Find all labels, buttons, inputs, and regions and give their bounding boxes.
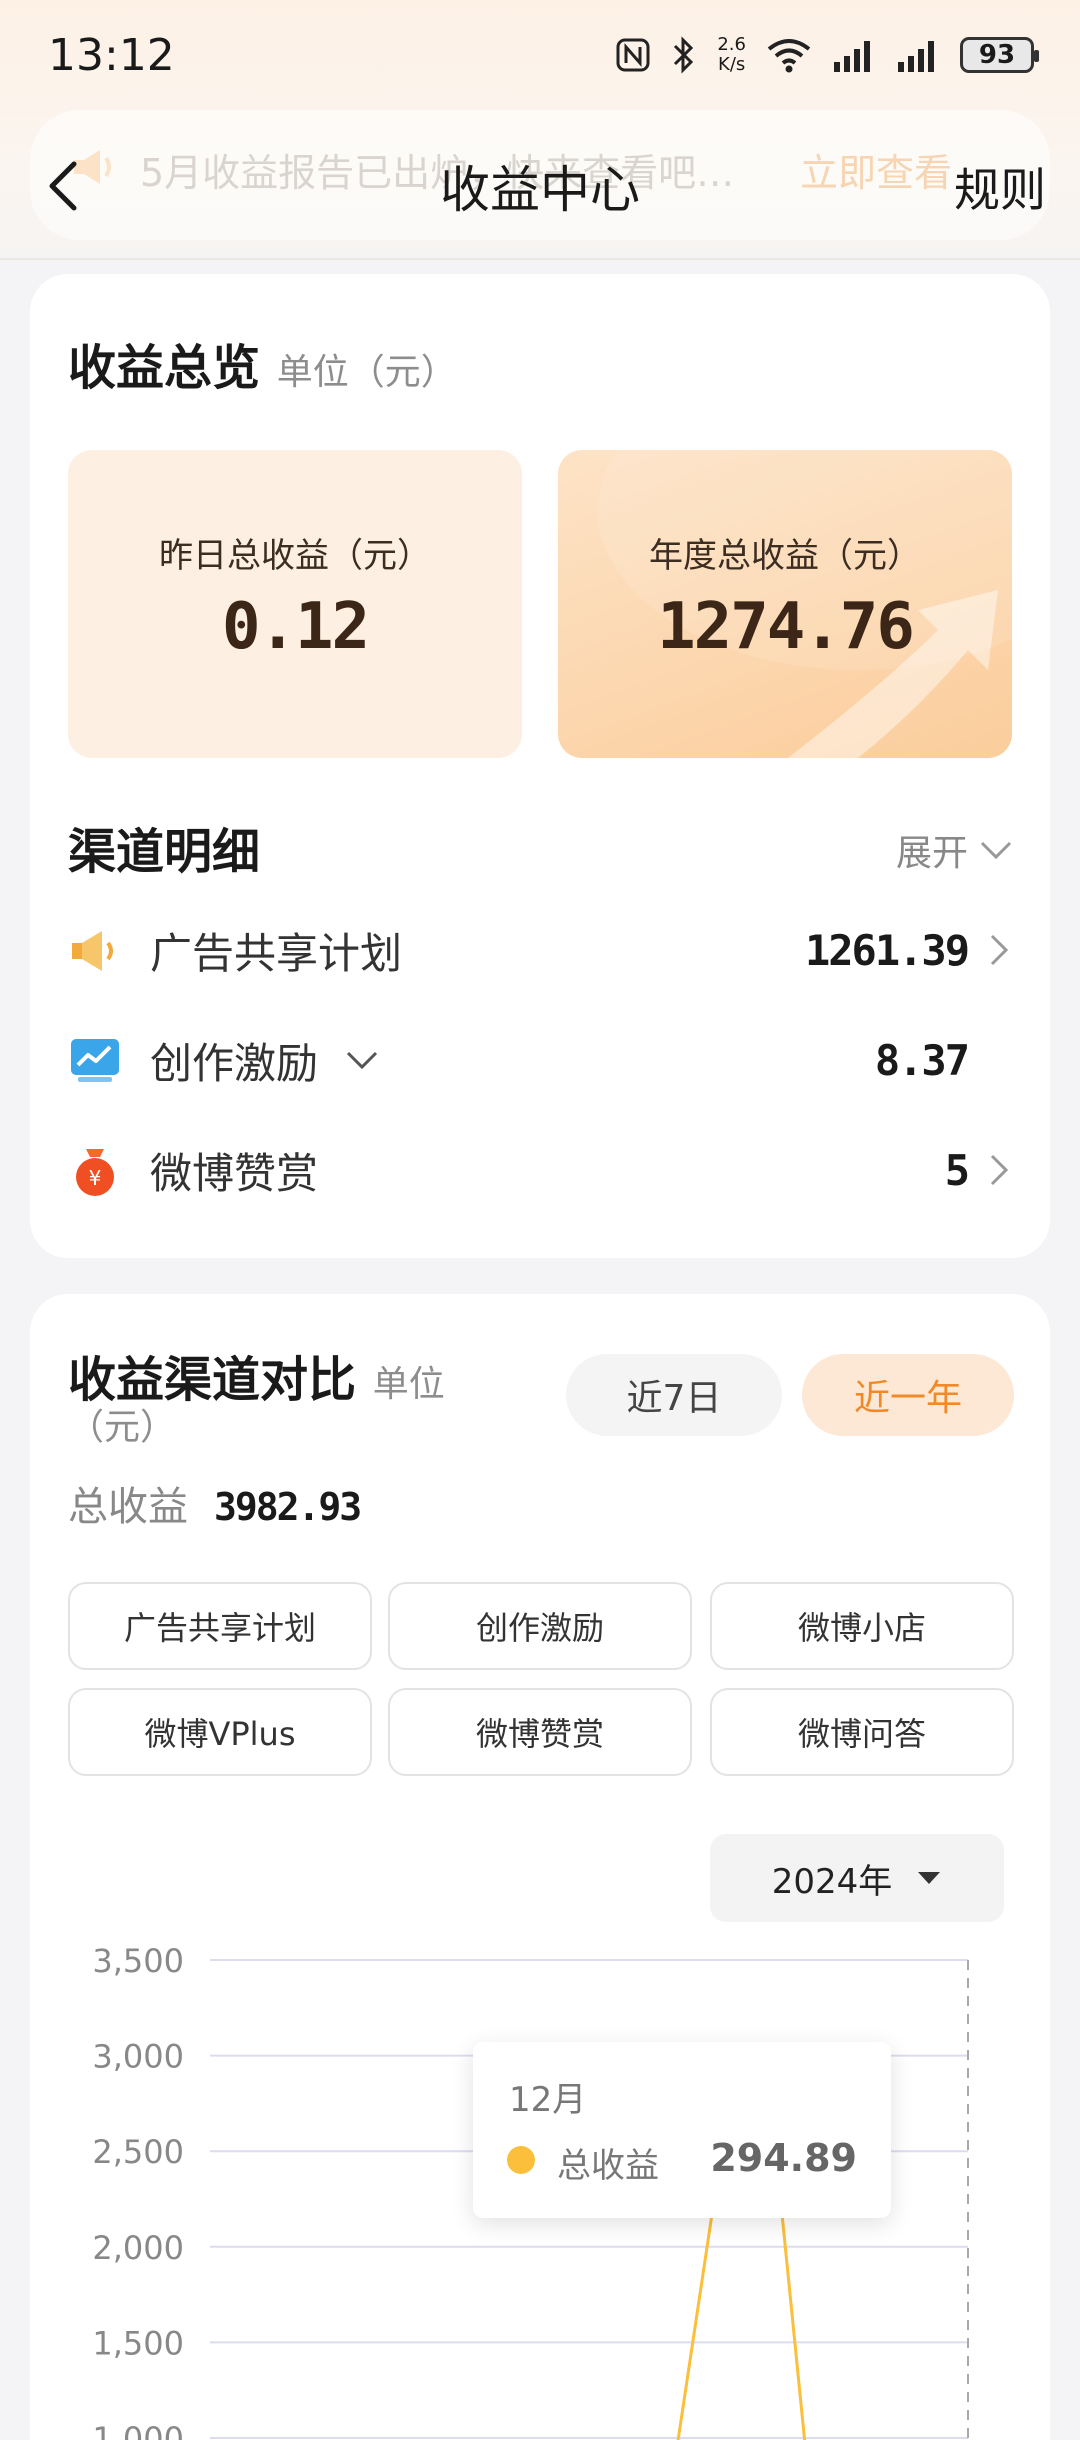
- y-tick-label: 1,500: [92, 2324, 184, 2362]
- annual-earnings-label: 年度总收益（元）: [649, 536, 921, 576]
- channel-detail-title: 渠道明细: [68, 824, 261, 880]
- chart-tooltip: 12月 总收益 294.89: [473, 2042, 891, 2218]
- channel-comparison-card: 收益渠道对比 单位 （元） 近7日 近一年 总收益 3982.93 广告共享计划…: [30, 1294, 1050, 2440]
- nfc-icon: [616, 38, 650, 72]
- trend-chart-icon: [71, 1039, 119, 1082]
- tooltip-series-name: 总收益: [557, 2146, 659, 2186]
- expand-label: 展开: [895, 833, 968, 874]
- channel-name: 广告共享计划: [150, 928, 403, 978]
- series-line-segment: [780, 2213, 807, 2440]
- tooltip-month: 12月: [509, 2080, 587, 2120]
- rules-button[interactable]: 规则: [954, 154, 1046, 220]
- channel-value: 1261.39: [804, 925, 970, 975]
- page-title: 收益中心: [440, 161, 640, 219]
- channel-row-ad-sharing[interactable]: 广告共享计划 1261.39: [68, 910, 1014, 990]
- yesterday-earnings-box: 昨日总收益（元） 0.12: [68, 450, 522, 758]
- chevron-right-icon: [990, 934, 1009, 966]
- network-speed: 2.6 K/s: [717, 35, 746, 75]
- battery-indicator: 93: [960, 37, 1039, 73]
- signal-icon: [834, 41, 870, 72]
- yesterday-earnings-value: 0.12: [221, 590, 370, 664]
- status-icons: 2.6 K/s 93: [615, 35, 1039, 75]
- chevron-down-icon[interactable]: [344, 1048, 380, 1072]
- page-header: 5月收益报告已出炉，快来查看吧… 立即查看 收益中心 规则: [0, 110, 1080, 260]
- channel-name: 微博赞赏: [150, 1148, 319, 1198]
- channel-value: 5: [944, 1145, 970, 1195]
- tooltip-series-dot: [507, 2146, 535, 2174]
- y-tick-label: 2,500: [92, 2133, 184, 2171]
- series-line-segment: [676, 2213, 714, 2440]
- chevron-right-icon: [990, 1154, 1009, 1186]
- channel-row-weibo-reward[interactable]: ¥ 微博赞赏 5: [68, 1130, 1014, 1210]
- net-speed-value: 2.6: [717, 34, 746, 55]
- signal-icon-2: [898, 41, 934, 72]
- status-time: 13:12: [48, 29, 175, 81]
- tooltip-value: 294.89: [710, 2136, 857, 2180]
- channel-name: 创作激励: [150, 1038, 319, 1088]
- megaphone-icon: [72, 931, 113, 971]
- wifi-icon: [767, 39, 811, 73]
- battery-level: 93: [978, 40, 1016, 70]
- net-speed-unit: K/s: [718, 54, 746, 75]
- channel-value: 8.37: [874, 1035, 970, 1085]
- status-bar: 13:12 2.6 K/s 93: [0, 0, 1080, 110]
- expand-toggle[interactable]: 展开: [896, 824, 1014, 876]
- overview-title: 收益总览 单位（元）: [68, 328, 457, 398]
- y-tick-label: 1,000: [92, 2420, 184, 2440]
- header-divider: [0, 258, 1080, 260]
- money-bag-icon: ¥: [76, 1149, 114, 1196]
- overview-card: 收益总览 单位（元） 昨日总收益（元） 0.12 年度总收益（元） 1274.7…: [30, 274, 1050, 1258]
- y-tick-label: 3,000: [92, 2038, 184, 2076]
- y-tick-label: 3,500: [92, 1942, 184, 1980]
- overview-unit: 单位（元）: [276, 352, 457, 393]
- y-tick-label: 2,000: [92, 2229, 184, 2267]
- bluetooth-icon: [674, 36, 694, 74]
- annual-earnings-box: 年度总收益（元） 1274.76: [558, 450, 1012, 758]
- chevron-down-icon: [980, 841, 1012, 860]
- svg-text:¥: ¥: [89, 1166, 102, 1190]
- yesterday-earnings-label: 昨日总收益（元）: [159, 536, 431, 576]
- annual-earnings-value: 1274.76: [657, 590, 915, 664]
- overview-title-text: 收益总览: [68, 340, 261, 396]
- earnings-line-chart: 3,500 3,000 2,500 2,000 1,500 1,000: [92, 1942, 969, 2440]
- channel-row-creation-incentive[interactable]: 创作激励 8.37: [68, 1020, 1014, 1100]
